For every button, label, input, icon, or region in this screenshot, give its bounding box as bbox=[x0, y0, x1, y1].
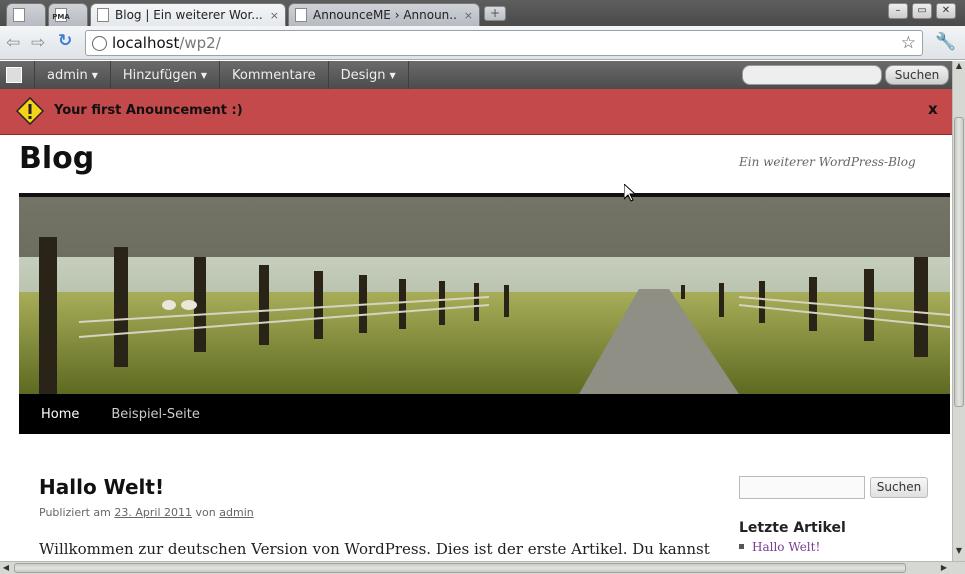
page-icon bbox=[295, 8, 307, 22]
sidebar-search-button[interactable]: Suchen bbox=[870, 477, 928, 498]
caret-down-icon: ▼ bbox=[200, 70, 208, 80]
adminbar-item-admin[interactable]: admin ▼ bbox=[34, 61, 110, 89]
browser-tab-blank[interactable] bbox=[6, 3, 46, 26]
page-content: Blog Ein weiterer WordPress-Blog Home Be… bbox=[0, 135, 952, 561]
adminbar-label: admin bbox=[47, 67, 88, 83]
maximize-button[interactable]: ▭ bbox=[912, 3, 932, 19]
nav-item-home[interactable]: Home bbox=[31, 407, 89, 422]
adminbar-label: Kommentare bbox=[232, 67, 316, 83]
sidebar-search-input[interactable] bbox=[739, 476, 865, 499]
browser-tab-announceme[interactable]: AnnounceME › Announ... × bbox=[288, 3, 480, 26]
tab-title: AnnounceME › Announ... bbox=[313, 8, 458, 22]
post-body: Willkommen zur deutschen Version von Wor… bbox=[39, 540, 710, 558]
horizontal-scrollbar[interactable]: ◀ ▶ bbox=[0, 561, 965, 574]
main-navigation: Home Beispiel-Seite bbox=[19, 394, 950, 434]
announcement-bar: Your first Anouncement :) x bbox=[0, 89, 952, 135]
scroll-up-arrow-icon[interactable]: ▲ bbox=[953, 61, 965, 73]
browser-tab-pma[interactable]: PMA bbox=[48, 3, 88, 26]
adminbar-search-button[interactable]: Suchen bbox=[885, 65, 949, 85]
adminbar-item-design[interactable]: Design ▼ bbox=[327, 61, 409, 89]
scroll-right-arrow-icon[interactable]: ▶ bbox=[938, 562, 950, 574]
tab-close-icon[interactable]: × bbox=[270, 9, 279, 22]
scroll-left-arrow-icon[interactable]: ◀ bbox=[0, 562, 12, 574]
announcement-text: Your first Anouncement :) bbox=[54, 103, 243, 118]
recent-posts-title: Letzte Artikel bbox=[739, 520, 846, 536]
caret-down-icon: ▼ bbox=[91, 70, 98, 80]
tab-close-icon[interactable]: × bbox=[464, 9, 473, 22]
forward-icon[interactable]: ⇨ bbox=[31, 33, 45, 53]
adminbar-label: Design bbox=[340, 67, 386, 83]
adminbar-search-input[interactable] bbox=[742, 65, 882, 85]
wp-logo-icon[interactable] bbox=[6, 67, 22, 83]
tree-avenue-image bbox=[19, 197, 950, 394]
globe-icon bbox=[92, 36, 107, 51]
site-title[interactable]: Blog bbox=[19, 141, 94, 176]
warning-icon bbox=[16, 97, 44, 125]
header-image bbox=[19, 193, 950, 394]
vertical-scrollbar[interactable]: ▲ ▼ bbox=[952, 61, 965, 561]
post-meta-by: von bbox=[195, 506, 216, 519]
reload-icon[interactable]: ↻ bbox=[58, 31, 72, 51]
recent-posts-list: Hallo Welt! bbox=[739, 540, 820, 554]
page-icon bbox=[13, 8, 25, 22]
bookmark-star-icon[interactable]: ☆ bbox=[901, 33, 916, 53]
tab-title: Blog | Ein weiterer Wor... bbox=[115, 8, 263, 22]
adminbar-label: Hinzufügen bbox=[122, 67, 197, 83]
pma-icon: PMA bbox=[52, 8, 70, 22]
browser-tab-blog[interactable]: Blog | Ein weiterer Wor... × bbox=[90, 3, 286, 26]
caret-down-icon: ▼ bbox=[389, 70, 396, 80]
close-window-button[interactable]: ✕ bbox=[936, 3, 956, 19]
url-host: localhost bbox=[112, 34, 180, 52]
post-title[interactable]: Hallo Welt! bbox=[39, 475, 164, 499]
site-tagline: Ein weiterer WordPress-Blog bbox=[739, 155, 916, 169]
mouse-cursor-icon bbox=[624, 184, 636, 202]
browser-tab-strip: PMA Blog | Ein weiterer Wor... × Announc… bbox=[0, 0, 965, 26]
minimize-button[interactable]: – bbox=[888, 3, 908, 19]
bullet-icon bbox=[739, 544, 744, 549]
list-item: Hallo Welt! bbox=[739, 540, 820, 554]
post-date-link[interactable]: 23. April 2011 bbox=[114, 506, 192, 519]
wp-admin-bar: admin ▼ Hinzufügen ▼ Kommentare Design ▼… bbox=[0, 61, 952, 89]
browser-toolbar: ⇦ ⇨ ↻ localhost/wp2/ ☆ 🔧 bbox=[0, 26, 965, 60]
adminbar-item-kommentare[interactable]: Kommentare bbox=[219, 61, 328, 89]
new-tab-button[interactable]: + bbox=[484, 6, 506, 21]
horizontal-scroll-thumb[interactable] bbox=[14, 563, 906, 573]
address-bar[interactable]: localhost/wp2/ ☆ bbox=[85, 30, 923, 56]
adminbar-item-hinzufuegen[interactable]: Hinzufügen ▼ bbox=[109, 61, 219, 89]
nav-item-beispiel-seite[interactable]: Beispiel-Seite bbox=[101, 407, 209, 422]
back-icon[interactable]: ⇦ bbox=[6, 33, 20, 53]
post-meta-prefix: Publiziert am bbox=[39, 506, 111, 519]
recent-post-link[interactable]: Hallo Welt! bbox=[752, 540, 820, 554]
post-meta: Publiziert am 23. April 2011 von admin bbox=[39, 506, 254, 519]
scroll-down-arrow-icon[interactable]: ▼ bbox=[953, 546, 965, 558]
vertical-scroll-thumb[interactable] bbox=[954, 117, 964, 407]
post-author-link[interactable]: admin bbox=[219, 506, 253, 519]
announcement-close-button[interactable]: x bbox=[928, 100, 938, 118]
page-icon bbox=[97, 8, 109, 22]
wrench-icon[interactable]: 🔧 bbox=[935, 32, 956, 52]
url-path: /wp2/ bbox=[179, 34, 221, 52]
